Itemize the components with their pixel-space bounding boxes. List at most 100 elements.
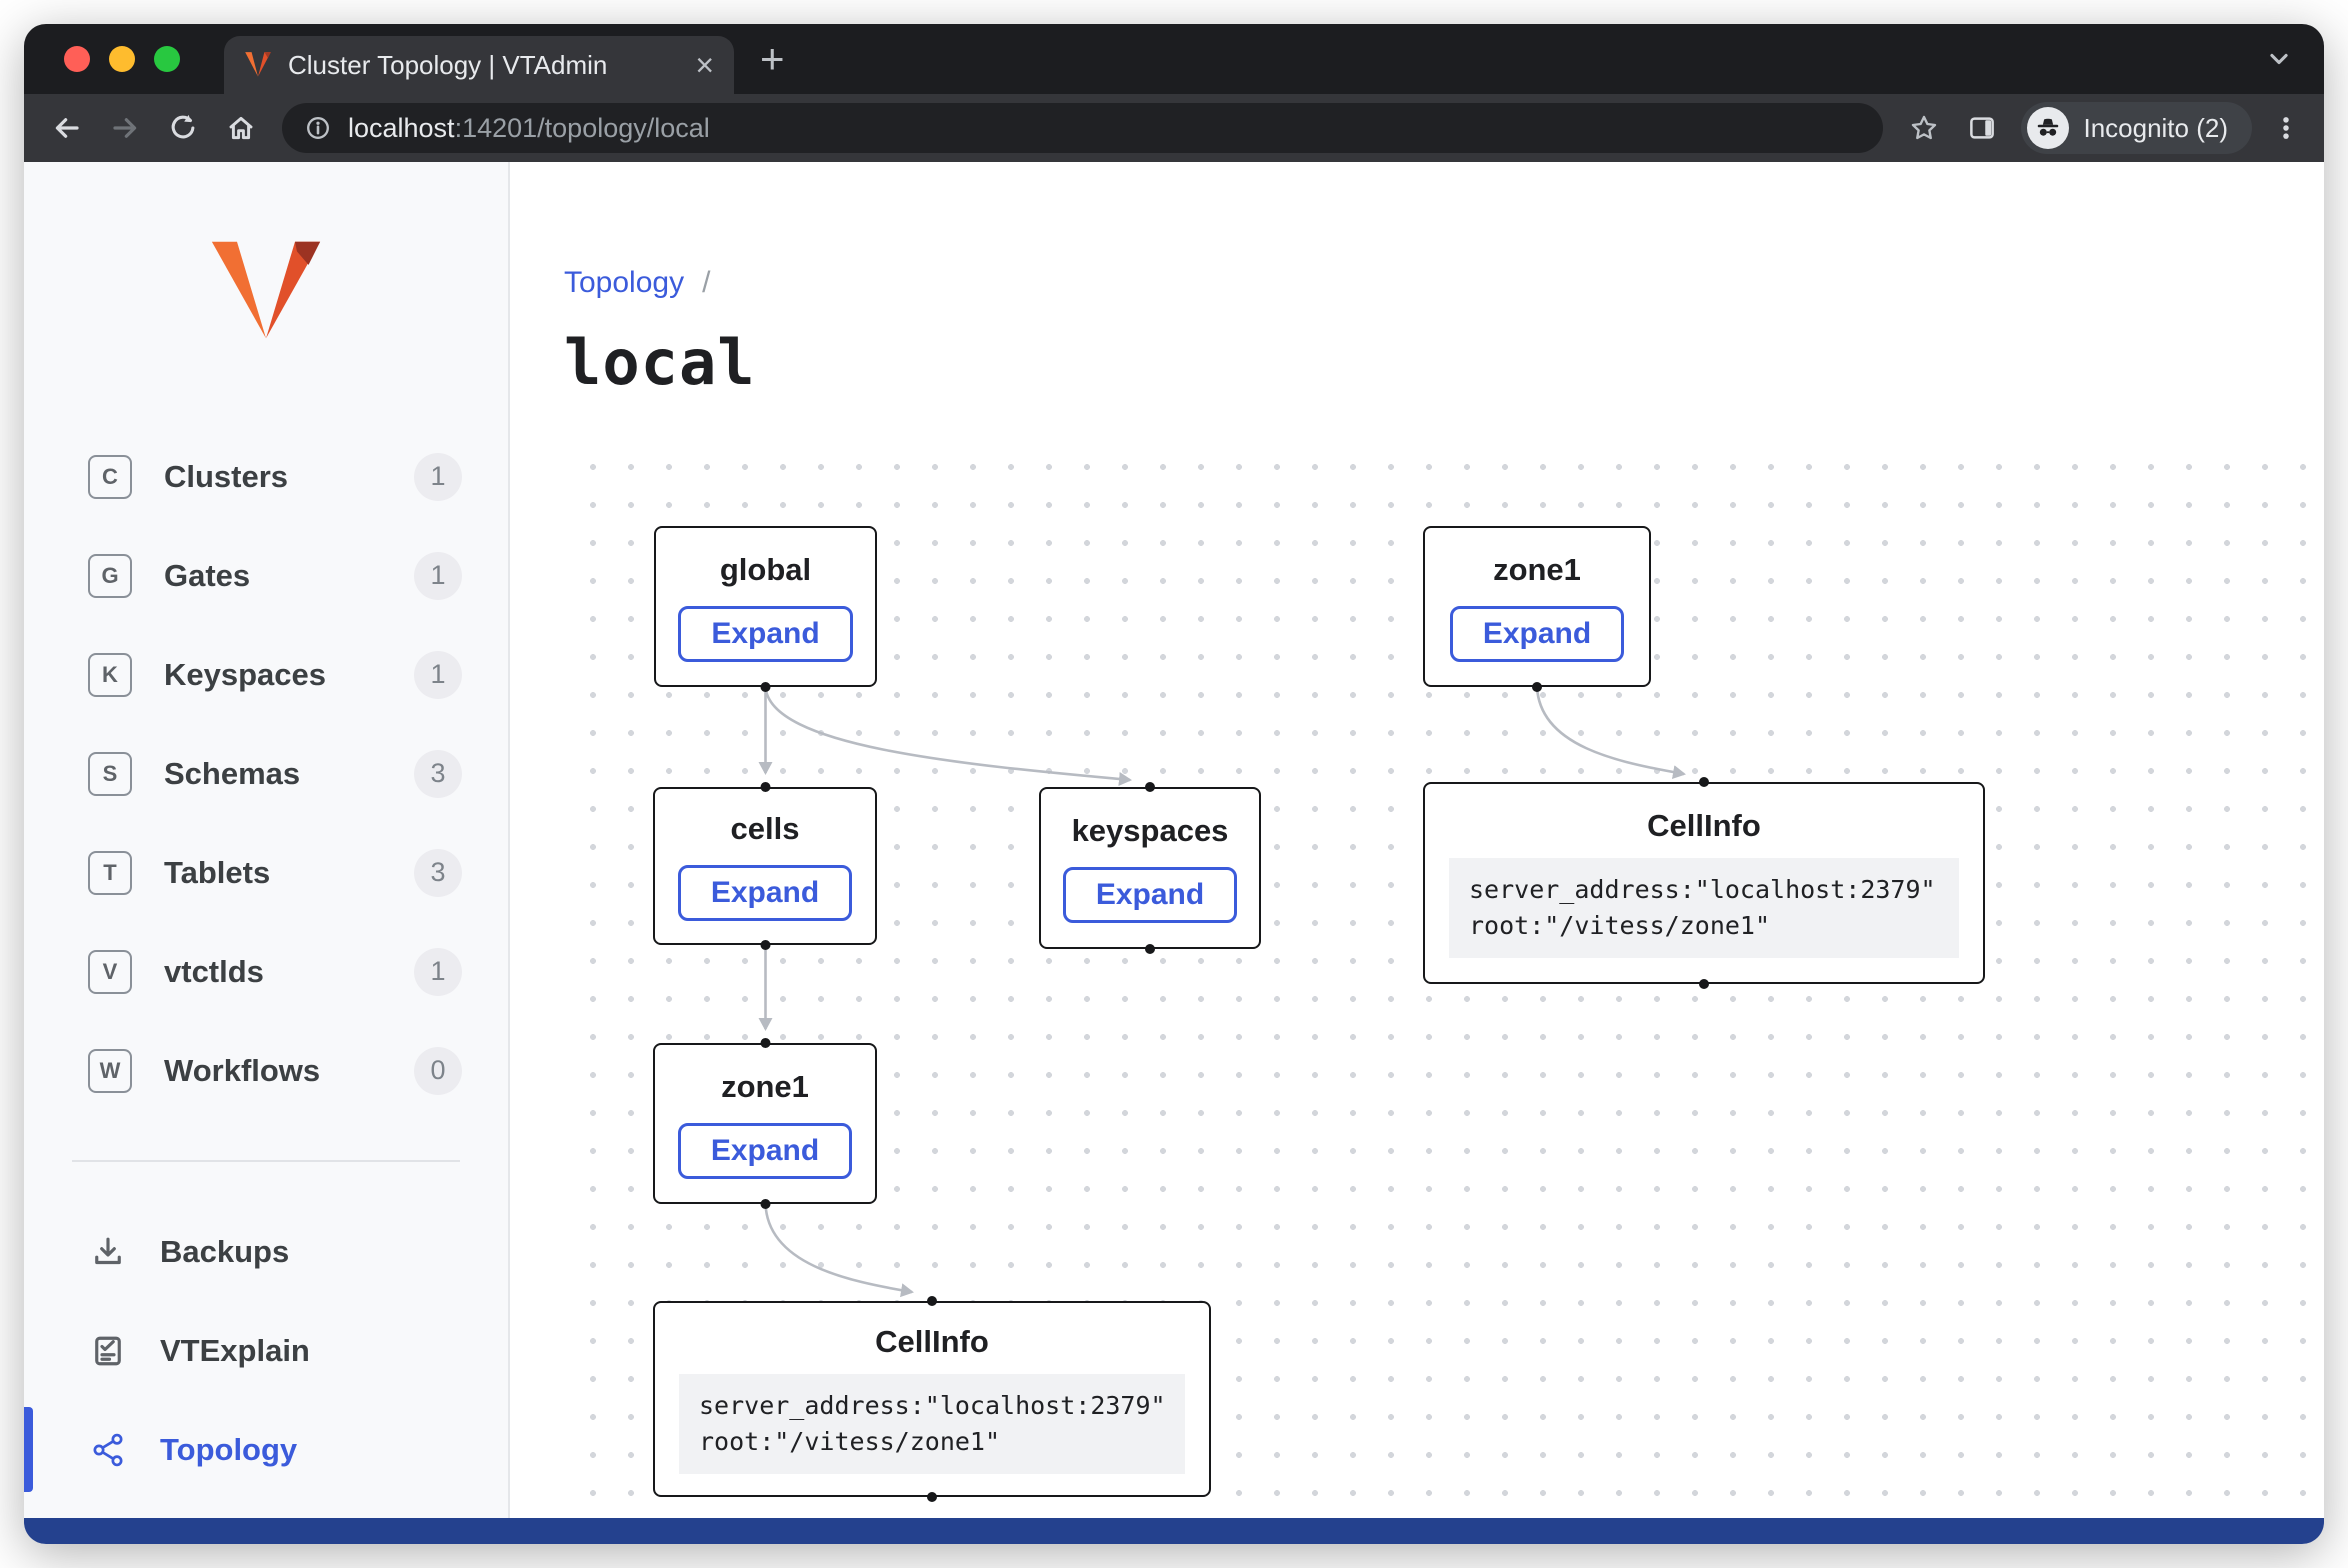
node-title: zone1 bbox=[721, 1069, 809, 1105]
incognito-profile-chip[interactable]: Incognito (2) bbox=[2021, 102, 2252, 154]
count-badge: 0 bbox=[414, 1047, 462, 1095]
sidebar-item-label: Keyspaces bbox=[164, 657, 326, 693]
sidebar-item-label: Clusters bbox=[164, 459, 288, 495]
sidebar-divider bbox=[72, 1160, 460, 1162]
workflows-letter-icon: W bbox=[88, 1049, 132, 1093]
sidebar-item-label: vtctlds bbox=[164, 954, 264, 990]
sidebar-item-vtexplain[interactable]: VTExplain bbox=[24, 1301, 508, 1400]
sidebar-nav: C Clusters 1 G Gates 1 K Keyspaces 1 S S… bbox=[24, 427, 508, 1120]
vitess-logo[interactable] bbox=[24, 240, 508, 344]
maximize-window-button[interactable] bbox=[154, 46, 180, 72]
main-content: Topology / local bbox=[510, 162, 2324, 1518]
sidebar-item-backups[interactable]: Backups bbox=[24, 1202, 508, 1301]
sidebar-item-label: Backups bbox=[160, 1234, 289, 1270]
tab-strip: Cluster Topology | VTAdmin × + bbox=[24, 24, 2324, 94]
topology-node-cells: cells Expand bbox=[653, 787, 877, 945]
sidebar-item-gates[interactable]: G Gates 1 bbox=[24, 526, 508, 625]
count-badge: 3 bbox=[414, 849, 462, 897]
count-badge: 3 bbox=[414, 750, 462, 798]
sidebar-item-keyspaces[interactable]: K Keyspaces 1 bbox=[24, 625, 508, 724]
document-check-icon bbox=[88, 1331, 128, 1371]
sidebar-item-label: Schemas bbox=[164, 756, 300, 792]
side-panel-icon[interactable] bbox=[1955, 101, 2009, 155]
home-button[interactable] bbox=[214, 101, 268, 155]
topology-node-cellinfo-right: CellInfo server_address:"localhost:2379"… bbox=[1423, 782, 1985, 984]
sidebar-item-workflows[interactable]: W Workflows 0 bbox=[24, 1021, 508, 1120]
node-title: global bbox=[720, 552, 811, 588]
new-tab-button[interactable]: + bbox=[760, 38, 785, 80]
sidebar-item-topology[interactable]: Topology bbox=[24, 1400, 508, 1499]
breadcrumb: Topology / bbox=[564, 266, 710, 300]
back-button[interactable] bbox=[40, 101, 94, 155]
incognito-label: Incognito (2) bbox=[2083, 113, 2228, 144]
cellinfo-code: server_address:"localhost:2379" root:"/v… bbox=[1449, 858, 1959, 959]
page-title: local bbox=[564, 326, 756, 399]
footer-accent-bar bbox=[24, 1518, 2324, 1544]
sidebar-item-tablets[interactable]: T Tablets 3 bbox=[24, 823, 508, 922]
topology-node-global: global Expand bbox=[654, 526, 877, 687]
topology-icon bbox=[88, 1430, 128, 1470]
count-badge: 1 bbox=[414, 453, 462, 501]
sidebar: C Clusters 1 G Gates 1 K Keyspaces 1 S S… bbox=[24, 162, 510, 1518]
reload-button[interactable] bbox=[156, 101, 210, 155]
topology-node-keyspaces: keyspaces Expand bbox=[1039, 787, 1261, 949]
sidebar-item-label: Gates bbox=[164, 558, 250, 594]
clusters-letter-icon: C bbox=[88, 455, 132, 499]
schemas-letter-icon: S bbox=[88, 752, 132, 796]
topology-node-zone1-top: zone1 Expand bbox=[1423, 526, 1651, 687]
expand-button-keyspaces[interactable]: Expand bbox=[1063, 867, 1237, 923]
sidebar-item-label: Topology bbox=[160, 1432, 297, 1468]
tab-title: Cluster Topology | VTAdmin bbox=[288, 50, 673, 81]
topology-graph: global Expand zone1 Expand cells Expand … bbox=[564, 434, 2324, 1518]
tablets-letter-icon: T bbox=[88, 851, 132, 895]
download-icon bbox=[88, 1232, 128, 1272]
expand-button-zone1[interactable]: Expand bbox=[1450, 606, 1624, 662]
sidebar-item-label: Tablets bbox=[164, 855, 270, 891]
sidebar-item-vtctlds[interactable]: V vtctlds 1 bbox=[24, 922, 508, 1021]
code-line: root:"/vitess/zone1" bbox=[699, 1424, 1165, 1460]
node-title: cells bbox=[731, 811, 800, 847]
node-title: zone1 bbox=[1493, 552, 1581, 588]
cellinfo-code: server_address:"localhost:2379" root:"/v… bbox=[679, 1374, 1185, 1475]
code-line: root:"/vitess/zone1" bbox=[1469, 908, 1939, 944]
minimize-window-button[interactable] bbox=[109, 46, 135, 72]
gates-letter-icon: G bbox=[88, 554, 132, 598]
site-info-icon[interactable] bbox=[304, 114, 332, 142]
keyspaces-letter-icon: K bbox=[88, 653, 132, 697]
breadcrumb-separator: / bbox=[702, 266, 710, 300]
traffic-lights bbox=[64, 46, 180, 72]
code-line: server_address:"localhost:2379" bbox=[1469, 872, 1939, 908]
count-badge: 1 bbox=[414, 651, 462, 699]
incognito-icon bbox=[2027, 107, 2069, 149]
close-window-button[interactable] bbox=[64, 46, 90, 72]
forward-button[interactable] bbox=[98, 101, 152, 155]
node-title: CellInfo bbox=[875, 1324, 989, 1360]
sidebar-item-schemas[interactable]: S Schemas 3 bbox=[24, 724, 508, 823]
vtctlds-letter-icon: V bbox=[88, 950, 132, 994]
topology-node-cellinfo-bottom: CellInfo server_address:"localhost:2379"… bbox=[653, 1301, 1211, 1497]
sidebar-item-clusters[interactable]: C Clusters 1 bbox=[24, 427, 508, 526]
menu-kebab-icon[interactable] bbox=[2264, 101, 2308, 155]
browser-toolbar: localhost:14201/topology/local Incogn bbox=[24, 94, 2324, 162]
expand-button-zone1-mid[interactable]: Expand bbox=[678, 1123, 852, 1179]
node-title: keyspaces bbox=[1072, 813, 1229, 849]
bookmark-star-icon[interactable] bbox=[1897, 101, 1951, 155]
sidebar-item-label: Workflows bbox=[164, 1053, 320, 1089]
expand-button-global[interactable]: Expand bbox=[678, 606, 852, 662]
sidebar-item-label: VTExplain bbox=[160, 1333, 310, 1369]
url-text: localhost:14201/topology/local bbox=[348, 113, 710, 144]
count-badge: 1 bbox=[414, 948, 462, 996]
topology-node-zone1-mid: zone1 Expand bbox=[653, 1043, 877, 1204]
node-title: CellInfo bbox=[1647, 808, 1761, 844]
browser-window: Cluster Topology | VTAdmin × + bbox=[24, 24, 2324, 1544]
browser-tab[interactable]: Cluster Topology | VTAdmin × bbox=[224, 36, 734, 94]
address-bar[interactable]: localhost:14201/topology/local bbox=[282, 103, 1883, 153]
count-badge: 1 bbox=[414, 552, 462, 600]
breadcrumb-topology-link[interactable]: Topology bbox=[564, 266, 684, 300]
code-line: server_address:"localhost:2379" bbox=[699, 1388, 1165, 1424]
active-indicator bbox=[24, 1407, 33, 1492]
vitess-favicon-icon bbox=[244, 52, 272, 78]
expand-button-cells[interactable]: Expand bbox=[678, 865, 852, 921]
tab-search-chevron-icon[interactable] bbox=[2262, 42, 2296, 76]
tab-close-icon[interactable]: × bbox=[695, 49, 714, 81]
